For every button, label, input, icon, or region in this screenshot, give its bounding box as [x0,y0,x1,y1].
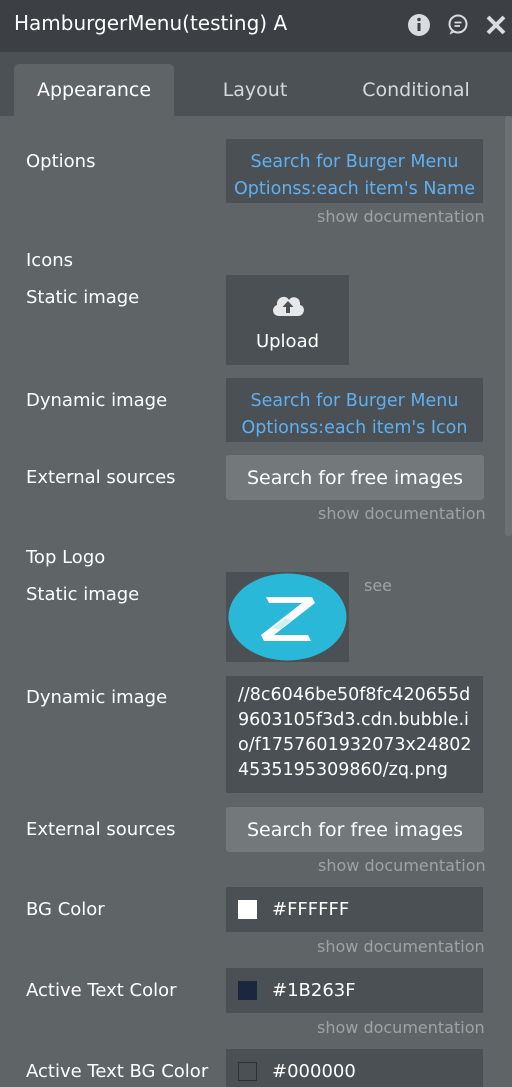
icons-dynamic-line1: Search for Burger Menu [250,391,459,411]
options-doc-link[interactable]: show documentation [317,207,485,226]
active-text-bg-color-value: #000000 [272,1061,356,1082]
icons-static-image-label: Static image [26,287,140,308]
top-logo-heading: Top Logo [26,547,106,568]
bg-color-picker[interactable]: #FFFFFF [226,887,483,932]
upload-label: Upload [255,331,320,352]
close-icon[interactable] [483,12,509,38]
info-icon[interactable] [406,12,432,38]
active-text-bg-color-picker[interactable]: #000000 [226,1049,483,1087]
tab-conditional[interactable]: Conditional [336,64,496,116]
active-text-color-picker[interactable]: #1B263F [226,968,483,1013]
top-logo-dynamic-image-field[interactable]: //8c6046be50f8fc420655d9603105f3d3.cdn.b… [226,676,483,793]
icons-doc-link[interactable]: show documentation [318,504,486,523]
icons-heading: Icons [26,250,74,271]
bg-color-swatch[interactable] [238,900,257,919]
options-dynamic-field[interactable]: Search for Burger Menu Optionss:each ite… [226,139,483,203]
top-logo-dynamic-image-label: Dynamic image [26,687,168,708]
bg-color-value: #FFFFFF [272,899,350,920]
active-text-bg-color-label: Active Text BG Color [26,1061,209,1082]
see-link[interactable]: see [364,576,392,595]
tab-appearance[interactable]: Appearance [14,64,174,116]
icons-dynamic-line2: Optionss:each item's Icon [241,418,468,438]
icons-upload-button[interactable]: Upload [226,275,349,365]
top-logo-external-sources-label: External sources [26,819,176,840]
active-text-color-value: #1B263F [272,980,356,1001]
active-text-bg-color-swatch[interactable] [238,1062,257,1081]
tab-layout[interactable]: Layout [175,64,335,116]
active-text-color-label: Active Text Color [26,980,177,1001]
active-text-color-doc-link[interactable]: show documentation [317,1018,485,1037]
top-logo-static-image-label: Static image [26,584,140,605]
icons-dynamic-field[interactable]: Search for Burger Menu Optionss:each ite… [226,378,483,442]
panel-header: HamburgerMenu(testing) A [0,0,512,52]
logo-image [228,573,347,661]
icons-search-free-images-button[interactable]: Search for free images [226,455,484,500]
tab-bar: Appearance Layout Conditional [0,52,512,116]
top-logo-search-free-images-button[interactable]: Search for free images [226,807,484,852]
bg-color-label: BG Color [26,899,105,920]
top-logo-doc-link[interactable]: show documentation [318,856,486,875]
options-label: Options [26,151,96,172]
icons-external-sources-label: External sources [26,467,176,488]
options-value-line2: Optionss:each item's Name [234,179,475,199]
bg-color-doc-link[interactable]: show documentation [317,937,485,956]
scrollbar[interactable] [505,116,512,536]
top-logo-image-box[interactable] [226,572,349,662]
options-value-line1: Search for Burger Menu [250,152,459,172]
comment-icon[interactable] [445,12,471,38]
cloud-upload-icon [270,292,306,322]
icons-dynamic-image-label: Dynamic image [26,390,168,411]
panel-title: HamburgerMenu(testing) A [14,11,288,35]
active-text-color-swatch[interactable] [238,981,257,1000]
